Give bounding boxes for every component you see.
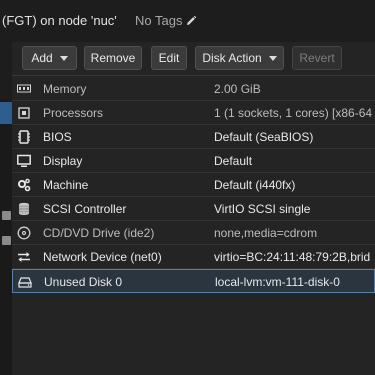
table-row[interactable]: Machine Default (i440fx) — [12, 173, 375, 197]
row-value: 2.00 GiB — [214, 82, 261, 96]
memory-icon — [17, 82, 31, 96]
chevron-down-icon — [268, 55, 277, 61]
machine-icon — [17, 178, 31, 192]
pencil-icon[interactable] — [185, 15, 197, 27]
processors-icon — [17, 106, 31, 120]
row-value: Default — [214, 154, 253, 168]
revert-button-label: Revert — [299, 51, 335, 65]
bios-icon — [17, 130, 31, 144]
hardware-list: Memory 2.00 GiB Processors 1 (1 sockets,… — [12, 77, 375, 293]
row-key: Unused Disk 0 — [44, 275, 123, 289]
table-row[interactable]: Processors 1 (1 sockets, 1 cores) [x86-6… — [12, 101, 375, 125]
table-row[interactable]: Unused Disk 0 local-lvm:vm-111-disk-0 — [12, 269, 375, 293]
row-value: Default (SeaBIOS) — [214, 130, 314, 144]
add-button[interactable]: Add — [22, 46, 77, 70]
row-key: BIOS — [43, 130, 72, 144]
row-value: none,media=cdrom — [214, 226, 318, 240]
remove-button-label: Remove — [90, 51, 136, 65]
edit-button[interactable]: Edit — [151, 46, 187, 70]
table-row[interactable]: CD/DVD Drive (ide2) none,media=cdrom — [12, 221, 375, 245]
row-value: VirtIO SCSI single — [214, 202, 311, 216]
storage-icon — [2, 236, 11, 245]
row-key: Machine — [43, 178, 89, 192]
resource-tree-selected[interactable] — [0, 102, 12, 124]
row-value: local-lvm:vm-111-disk-0 — [215, 275, 340, 289]
tags-label: No Tags — [135, 13, 183, 28]
row-key: Memory — [43, 82, 87, 96]
add-button-label: Add — [31, 51, 53, 65]
table-row[interactable]: Memory 2.00 GiB — [12, 77, 375, 101]
row-key: Display — [43, 154, 83, 168]
vm-title: (FGT) on node 'nuc' — [2, 13, 117, 28]
scsi-controller-icon — [17, 202, 31, 216]
table-row[interactable]: BIOS Default (SeaBIOS) — [12, 125, 375, 149]
revert-button[interactable]: Revert — [292, 46, 342, 70]
row-value: virtio=BC:24:11:48:79:2B,brid — [214, 250, 371, 264]
header-bar: (FGT) on node 'nuc' No Tags — [0, 0, 375, 42]
disk-action-button[interactable]: Disk Action — [195, 46, 284, 70]
disk-action-button-label: Disk Action — [202, 51, 262, 65]
table-row[interactable]: Network Device (net0) virtio=BC:24:11:48… — [12, 245, 375, 269]
row-key: SCSI Controller — [43, 202, 127, 216]
table-row[interactable]: SCSI Controller VirtIO SCSI single — [12, 197, 375, 221]
remove-button[interactable]: Remove — [84, 46, 142, 70]
display-icon — [17, 154, 31, 168]
tags-area[interactable]: No Tags — [135, 13, 197, 28]
row-key: Network Device (net0) — [43, 250, 162, 264]
row-value: Default (i440fx) — [214, 178, 296, 192]
row-key: CD/DVD Drive (ide2) — [43, 226, 155, 240]
table-row[interactable]: Display Default — [12, 149, 375, 173]
row-key: Processors — [43, 106, 104, 120]
hard-disk-icon — [18, 275, 32, 289]
row-value: 1 (1 sockets, 1 cores) [x86-64 — [214, 106, 373, 120]
network-icon — [17, 250, 31, 264]
chevron-down-icon — [59, 55, 68, 61]
cdrom-icon — [17, 226, 31, 240]
storage-icon — [2, 211, 11, 220]
edit-button-label: Edit — [158, 51, 180, 65]
